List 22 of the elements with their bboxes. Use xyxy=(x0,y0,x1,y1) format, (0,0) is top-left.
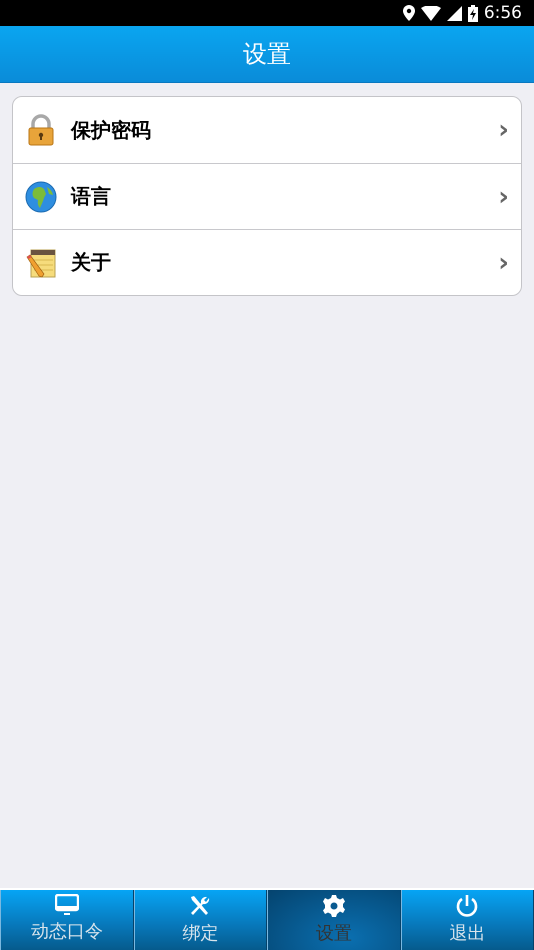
screen-title: 设置 xyxy=(243,39,291,70)
settings-item[interactable]: 保护密码 › xyxy=(13,97,521,163)
tab[interactable]: 设置 xyxy=(267,890,400,950)
padlock-icon xyxy=(27,114,55,146)
tab[interactable]: 退出 xyxy=(400,890,534,950)
status-time: 6:56 xyxy=(484,3,522,23)
chevron-icon: › xyxy=(498,115,509,145)
battery-icon xyxy=(468,4,478,22)
settings-item[interactable]: 关于 › xyxy=(13,229,521,295)
tab[interactable]: 绑定 xyxy=(134,890,267,950)
chevron-icon: › xyxy=(498,248,509,278)
location-icon xyxy=(402,5,415,21)
tab[interactable]: 动态口令 xyxy=(0,890,134,950)
wifi-icon xyxy=(420,6,441,20)
settings-item[interactable]: 语言 › xyxy=(13,163,521,229)
power-icon xyxy=(455,894,480,918)
chevron-icon: › xyxy=(498,182,509,212)
monitor-icon xyxy=(54,894,79,916)
signal-icon xyxy=(446,6,462,20)
globe-icon xyxy=(25,180,57,212)
notepad-pencil-icon xyxy=(25,246,57,278)
gear-icon xyxy=(322,894,346,918)
